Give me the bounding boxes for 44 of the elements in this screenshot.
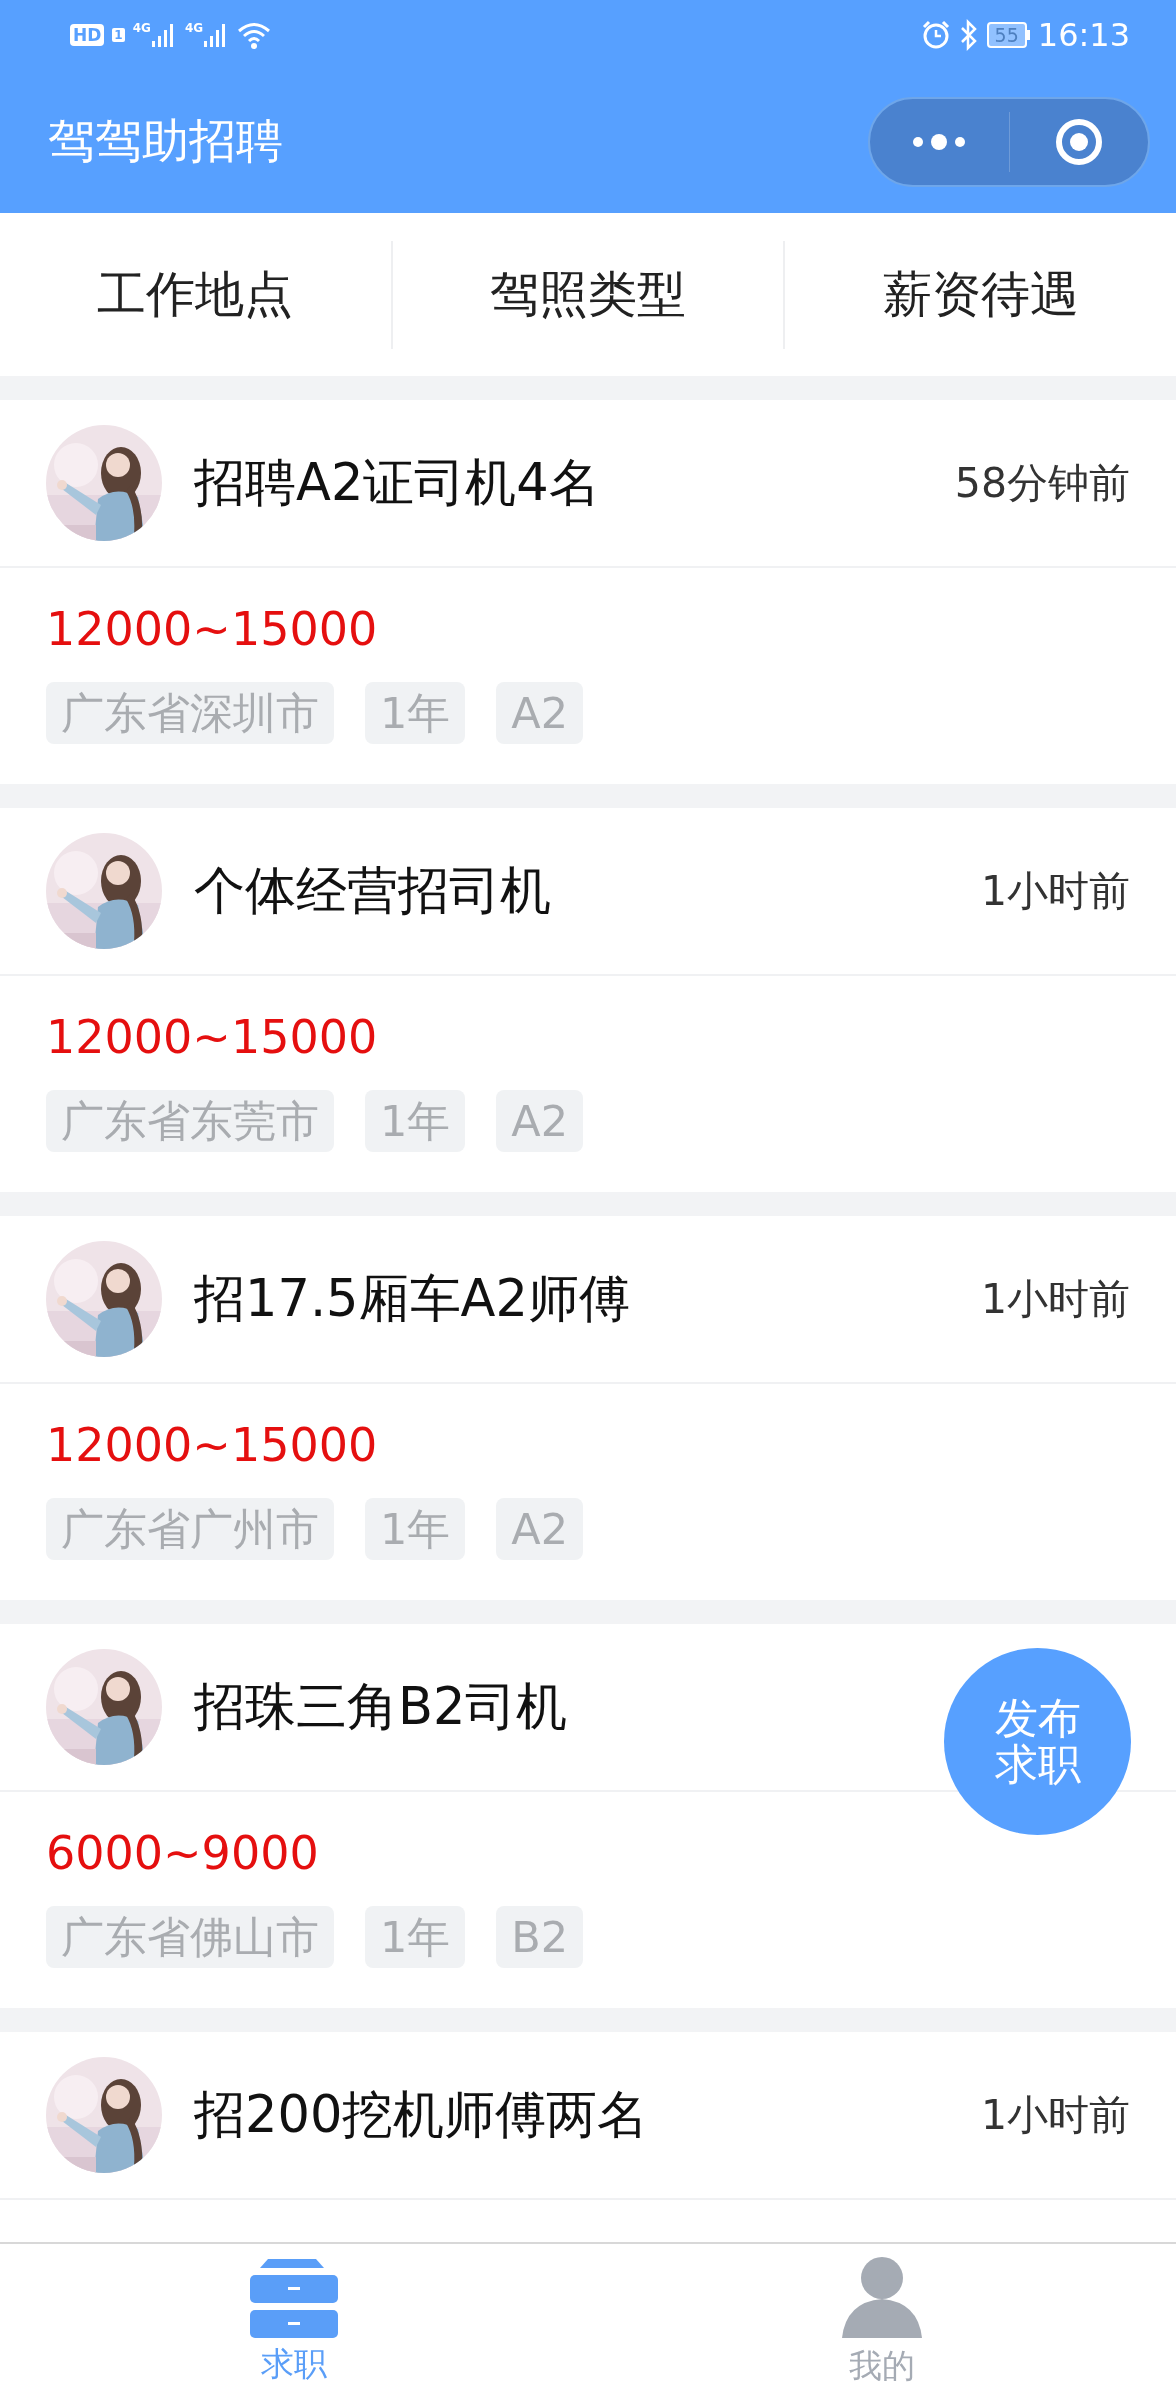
salary-range: 12000~15000	[46, 601, 378, 658]
job-title: 招聘A2证司机4名	[194, 451, 600, 514]
filter-button[interactable]: 薪资待遇	[785, 239, 1176, 350]
filter-button[interactable]: 驾照类型	[392, 239, 784, 350]
job-card[interactable]: 招17.5厢车A2师傅 1小时前 12000~15000 广东省广州市 1年 A2	[0, 1216, 1176, 1600]
salary-range: 6000~9000	[46, 1825, 319, 1882]
job-tag: 1年	[365, 682, 466, 744]
job-title: 招17.5厢车A2师傅	[194, 1267, 630, 1330]
job-tag: 广东省佛山市	[46, 1906, 334, 1968]
job-tag: 广东省广州市	[46, 1498, 334, 1560]
job-card[interactable]: 个体经营招司机 1小时前 12000~15000 广东省东莞市 1年 A2	[0, 808, 1176, 1192]
job-tag: A2	[496, 1498, 584, 1560]
bluetooth-icon	[958, 19, 979, 51]
alarm-icon	[920, 20, 951, 50]
post-time: 1小时前	[980, 865, 1130, 917]
job-tag: B2	[496, 1906, 584, 1968]
app-title: 驾驾助招聘	[48, 112, 283, 170]
battery-indicator: 55	[986, 22, 1027, 48]
job-tag: 1年	[365, 1906, 466, 1968]
job-title: 招珠三角B2司机	[194, 1675, 568, 1738]
sim-label: 1	[112, 28, 125, 42]
drawer-icon	[250, 2256, 338, 2338]
job-tag: 1年	[365, 1090, 466, 1152]
post-time: 1小时前	[980, 1273, 1130, 1325]
job-tag: 广东省东莞市	[46, 1090, 334, 1152]
person-icon	[840, 2256, 924, 2340]
job-tag: 广东省深圳市	[46, 682, 334, 744]
job-title: 招200挖机师傅两名	[194, 2083, 649, 2146]
post-time: 1小时前	[980, 2089, 1130, 2141]
network-label: 4G	[184, 22, 204, 34]
job-tag: A2	[496, 682, 584, 744]
filter-button[interactable]: 工作地点	[0, 239, 391, 350]
job-tag: A2	[496, 1090, 584, 1152]
network-label: 4G	[132, 22, 151, 34]
job-tag: 1年	[365, 1498, 466, 1560]
clock-time: 16:13	[1037, 16, 1130, 54]
wifi-icon	[237, 21, 272, 49]
hd-badge: HD	[70, 24, 105, 46]
close-icon[interactable]	[1053, 116, 1104, 167]
salary-range: 12000~15000	[46, 1009, 378, 1066]
post-time: 58分钟前	[954, 457, 1130, 509]
job-title: 个体经营招司机	[194, 859, 551, 922]
job-card[interactable]: 招聘A2证司机4名 58分钟前 12000~15000 广东省深圳市 1年 A2	[0, 400, 1176, 784]
salary-range: 12000~15000	[46, 1417, 378, 1474]
